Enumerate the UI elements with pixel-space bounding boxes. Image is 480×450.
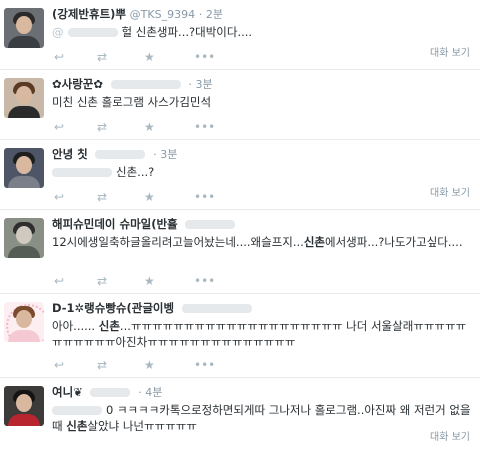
retweet-icon[interactable]: ⇄ [97, 274, 107, 288]
avatar[interactable] [4, 148, 44, 188]
tweet-text: 아아...... 신촌...ㅠㅠㅠㅠㅠㅠㅠㅠㅠㅠㅠㅠㅠㅠㅠㅠㅠㅠㅠㅠ 나더 서울… [52, 319, 467, 349]
reply-icon[interactable]: ↩ [54, 358, 64, 372]
favorite-icon[interactable]: ★ [144, 50, 155, 64]
timestamp[interactable]: 3분 [195, 78, 212, 91]
favorite-icon[interactable]: ★ [144, 190, 155, 204]
view-conversation-link[interactable]: 대화 보기 [430, 184, 470, 199]
more-icon[interactable]: ••• [194, 50, 215, 64]
avatar[interactable] [4, 8, 44, 48]
avatar[interactable] [4, 386, 44, 426]
display-name[interactable]: 해피슈민데이 슈마일(반휼 [52, 217, 178, 231]
favorite-icon[interactable]: ★ [144, 120, 155, 134]
tweet-item: 안녕 칫 · 3분 신촌...? ↩ ⇄ ★ ••• 대화 보기 [0, 140, 480, 210]
timestamp[interactable]: 2분 [206, 8, 223, 21]
avatar[interactable] [4, 218, 44, 258]
display-name[interactable]: 여니❦ [52, 385, 83, 399]
reply-icon[interactable]: ↩ [54, 190, 64, 204]
timestamp[interactable]: 4분 [145, 386, 162, 399]
view-conversation-link[interactable]: 대화 보기 [430, 44, 470, 59]
tweet-text: 미친 신촌 홀로그램 사스가김민석 [52, 95, 212, 109]
tweet-text: 12시에생일축하글올리려고늘어놨는네....왜슬프지...신촌에서생파...?나… [52, 235, 463, 249]
retweet-icon[interactable]: ⇄ [97, 358, 107, 372]
tweet-text: 0 ㅋㅋㅋㅋ카톡으로정하면되게따 그나저나 홀로그램..아진짜 왜 저런거 없을… [52, 403, 471, 433]
display-name[interactable]: (강제반휴트)뿌 [52, 7, 126, 21]
tweet-item: ✿사랑꾼✿ · 3분 미친 신촌 홀로그램 사스가김민석 ↩ ⇄ ★ ••• [0, 70, 480, 140]
tweet-text: @ 헐 신촌생파...?대박이다.... [52, 25, 253, 39]
timestamp[interactable]: 3분 [160, 148, 177, 161]
retweet-icon[interactable]: ⇄ [97, 190, 107, 204]
reply-icon[interactable]: ↩ [54, 120, 64, 134]
tweet-text: 신촌...? [52, 164, 472, 180]
more-icon[interactable]: ••• [194, 274, 215, 288]
tweet-item: 해피슈민데이 슈마일(반휼 12시에생일축하글올리려고늘어놨는네....왜슬프지… [0, 210, 480, 294]
tweet-item: (강제반휴트)뿌 @TKS_9394 · 2분 @ 헐 신촌생파...?대박이다.… [0, 0, 480, 70]
display-name[interactable]: D-1✲랭슈빵슈(관글이벵 [52, 301, 174, 315]
mention-link[interactable]: @ [52, 25, 64, 39]
display-name[interactable]: ✿사랑꾼✿ [52, 77, 103, 91]
avatar[interactable] [4, 78, 44, 118]
avatar[interactable] [4, 302, 44, 342]
retweet-icon[interactable]: ⇄ [97, 50, 107, 64]
more-icon[interactable]: ••• [194, 358, 215, 372]
reply-icon[interactable]: ↩ [54, 274, 64, 288]
retweet-icon[interactable]: ⇄ [97, 120, 107, 134]
display-name[interactable]: 안녕 칫 [52, 147, 88, 161]
view-conversation-link[interactable]: 대화 보기 [430, 428, 470, 443]
tweet-item: D-1✲랭슈빵슈(관글이벵 아아...... 신촌...ㅠㅠㅠㅠㅠㅠㅠㅠㅠㅠㅠㅠ… [0, 294, 480, 378]
reply-icon[interactable]: ↩ [54, 50, 64, 64]
favorite-icon[interactable]: ★ [144, 358, 155, 372]
favorite-icon[interactable]: ★ [144, 274, 155, 288]
more-icon[interactable]: ••• [194, 190, 215, 204]
tweet-item: 여니❦ · 4분 0 ㅋㅋㅋㅋ카톡으로정하면되게따 그나저나 홀로그램..아진짜… [0, 378, 480, 450]
more-icon[interactable]: ••• [194, 120, 215, 134]
user-handle[interactable]: @TKS_9394 [130, 8, 195, 21]
